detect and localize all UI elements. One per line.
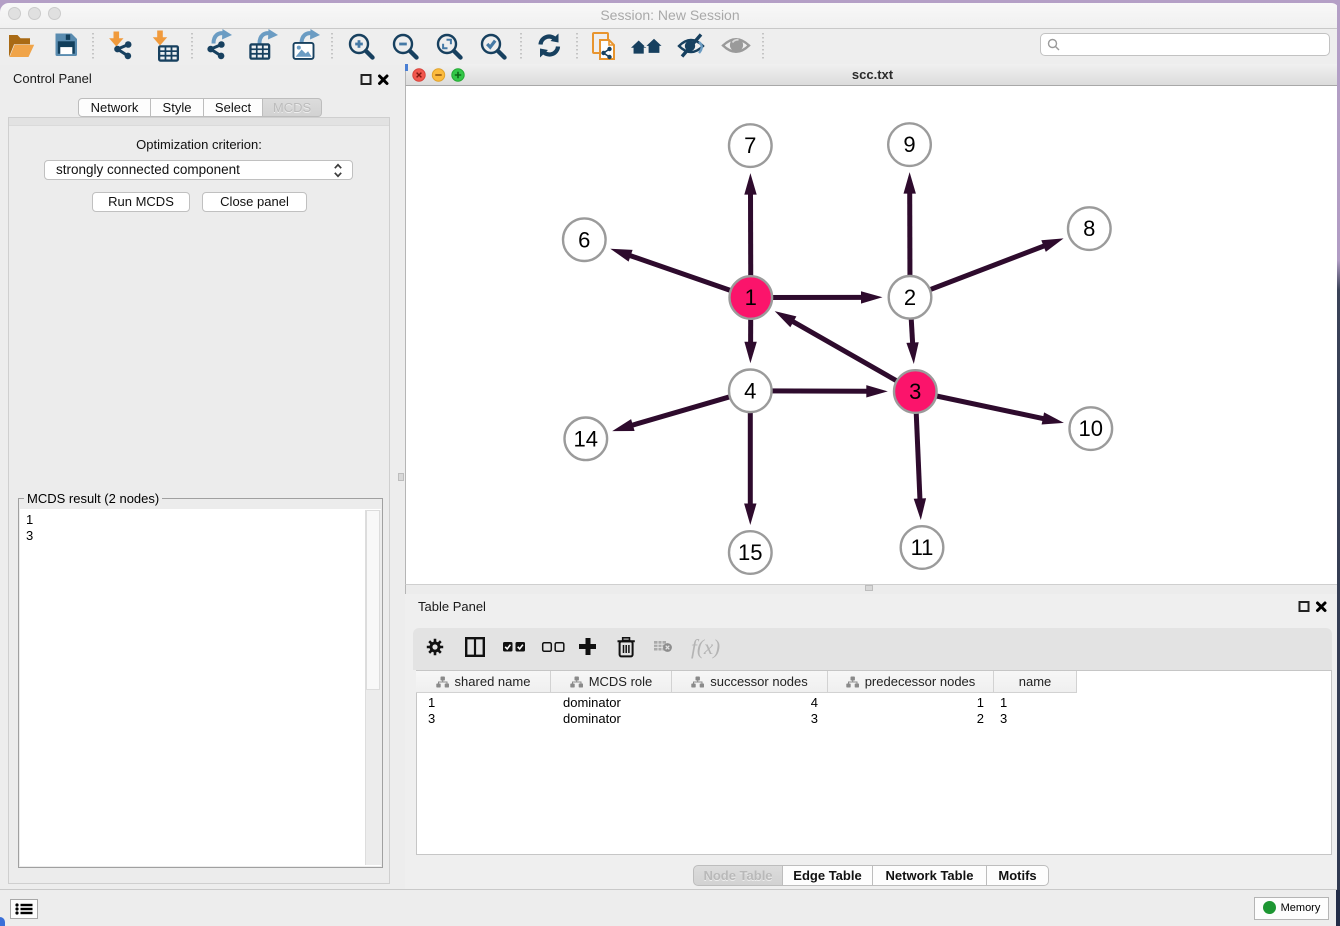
svg-text:7: 7 [744, 133, 756, 158]
svg-text:9: 9 [903, 132, 915, 157]
svg-text:3: 3 [909, 379, 921, 404]
svg-text:4: 4 [744, 378, 756, 403]
svg-text:1: 1 [745, 285, 757, 310]
svg-text:2: 2 [904, 285, 916, 310]
svg-text:f(x): f(x) [691, 635, 720, 659]
svg-text:14: 14 [574, 426, 598, 451]
svg-text:15: 15 [738, 540, 762, 565]
svg-text:6: 6 [578, 227, 590, 252]
svg-text:11: 11 [911, 535, 934, 560]
svg-text:8: 8 [1083, 216, 1095, 241]
svg-text:10: 10 [1079, 416, 1103, 441]
